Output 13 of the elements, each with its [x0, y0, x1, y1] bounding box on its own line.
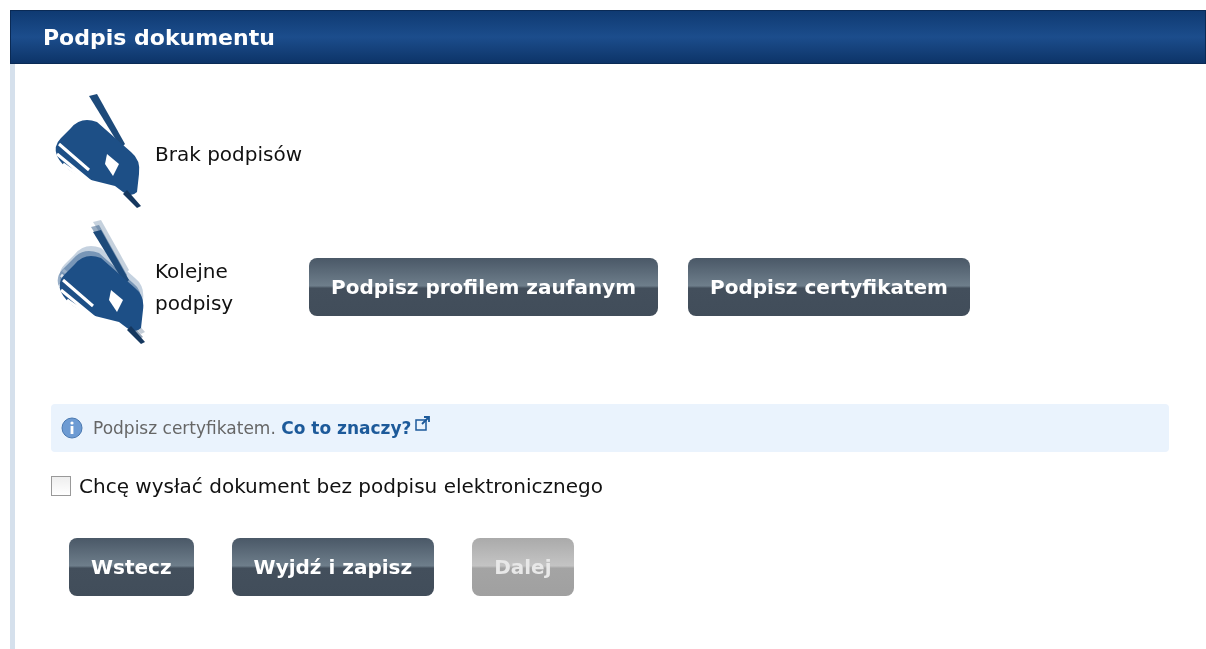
info-text: Podpisz certyfikatem. Co to znaczy?	[93, 418, 412, 438]
external-link-icon	[415, 415, 432, 431]
checkbox-label: Chcę wysłać dokument bez podpisu elektronicznego	[79, 474, 603, 498]
page-title: Podpis dokumentu	[43, 24, 275, 50]
sign-button[interactable]: Podpisz profilem zaufanym	[309, 258, 659, 316]
signature-status: Brak podpisów	[155, 141, 303, 168]
checkbox[interactable]	[51, 476, 71, 496]
signature-status: Kolejne podpisy	[155, 258, 235, 317]
info-icon	[61, 417, 83, 439]
nav-button[interactable]: Wyjdź i zapisz	[231, 538, 435, 596]
nav-button[interactable]: Wstecz	[69, 538, 194, 596]
sign-button[interactable]: Podpisz certyfikatem	[688, 258, 970, 316]
help-link[interactable]: Co to znaczy?	[281, 418, 412, 438]
